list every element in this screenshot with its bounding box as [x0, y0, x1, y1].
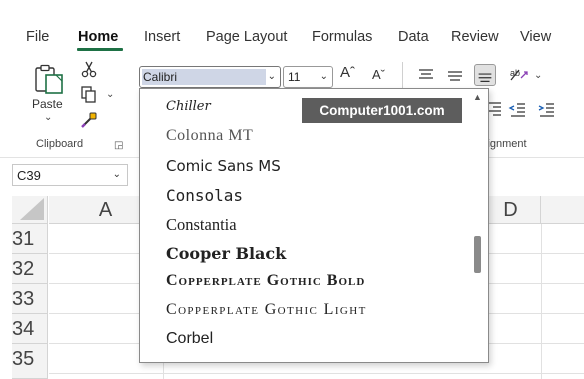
dropdown-scrollbar[interactable]: ▲ — [469, 90, 487, 361]
watermark-label: Computer1001.com — [302, 98, 462, 123]
select-all-corner[interactable] — [12, 196, 48, 224]
column-header-d[interactable]: D — [481, 196, 541, 224]
name-box[interactable]: C39 ⌄ — [12, 164, 128, 186]
tab-data[interactable]: Data — [398, 29, 429, 45]
orientation-chevron-icon[interactable]: ⌄ — [534, 70, 542, 81]
clipboard-group-label: Clipboard — [36, 138, 84, 150]
svg-text:ab: ab — [510, 68, 520, 78]
row-header-33[interactable]: 33 — [12, 284, 48, 314]
font-option-copperplate-gothic-bold[interactable]: Copperplate Gothic Bold — [166, 272, 365, 290]
font-size-value[interactable]: 11 — [288, 70, 300, 84]
font-option-comic-sans-ms[interactable]: Comic Sans MS — [166, 157, 281, 175]
decrease-font-size-button[interactable]: Aˇ — [372, 67, 385, 82]
paste-icon[interactable] — [33, 63, 65, 95]
tab-view[interactable]: View — [520, 29, 551, 45]
tab-review[interactable]: Review — [451, 29, 499, 45]
column-gridline — [541, 224, 542, 379]
tab-formulas[interactable]: Formulas — [312, 29, 372, 45]
font-option-colonna-mt[interactable]: Colonna MT — [166, 127, 253, 145]
copy-chevron-icon[interactable]: ⌄ — [106, 89, 114, 100]
align-bottom-icon[interactable] — [474, 64, 496, 86]
decrease-indent-icon[interactable] — [507, 98, 529, 120]
dialog-launcher-icon[interactable]: ◲ — [114, 140, 123, 151]
menu-bar: File Home Insert Page Layout Formulas Da… — [0, 0, 584, 52]
increase-font-size-button[interactable]: Aˆ — [340, 64, 355, 81]
font-option-constantia[interactable]: Constantia — [166, 215, 237, 235]
cut-icon[interactable] — [80, 60, 98, 78]
align-top-icon[interactable] — [415, 64, 437, 86]
align-middle-icon[interactable] — [444, 64, 466, 86]
format-painter-icon[interactable] — [80, 111, 98, 129]
increase-indent-icon[interactable] — [536, 98, 558, 120]
font-name-combobox[interactable]: Calibri ⌄ — [139, 66, 281, 88]
font-size-combobox[interactable]: 11 ⌄ — [283, 66, 333, 88]
column-header-next[interactable] — [541, 196, 584, 224]
font-option-consolas[interactable]: Consolas — [166, 186, 243, 205]
row-header-35[interactable]: 35 — [12, 344, 48, 379]
tab-home[interactable]: Home — [78, 29, 118, 45]
scrollbar-thumb[interactable] — [474, 236, 481, 273]
active-tab-indicator — [77, 48, 123, 51]
scroll-up-arrow-icon[interactable]: ▲ — [473, 92, 482, 102]
paste-label[interactable]: Paste — [32, 97, 63, 111]
name-box-value[interactable]: C39 — [17, 168, 41, 183]
font-option-cooper-black[interactable]: Cooper Black — [166, 244, 286, 263]
row-header-32[interactable]: 32 — [12, 254, 48, 284]
font-option-chiller[interactable]: Chiller — [166, 99, 211, 114]
chevron-down-icon[interactable]: ⌄ — [113, 169, 121, 180]
paste-chevron-icon[interactable]: ⌄ — [44, 112, 52, 123]
tab-insert[interactable]: Insert — [144, 29, 180, 45]
font-option-copperplate-gothic-light[interactable]: Copperplate Gothic Light — [166, 301, 367, 319]
font-name-value[interactable]: Calibri — [143, 70, 177, 84]
chevron-down-icon[interactable]: ⌄ — [268, 71, 276, 82]
font-option-corbel[interactable]: Corbel — [166, 330, 213, 348]
chevron-down-icon[interactable]: ⌄ — [320, 71, 328, 82]
orientation-icon[interactable]: ab — [507, 64, 531, 86]
row-header-31[interactable]: 31 — [12, 224, 48, 254]
tab-file[interactable]: File — [26, 29, 49, 45]
font-dropdown-list[interactable]: Chiller Colonna MT Comic Sans MS Consola… — [139, 88, 489, 363]
alignment-group-label: lignment — [485, 138, 527, 150]
copy-icon[interactable] — [80, 85, 98, 103]
row-header-34[interactable]: 34 — [12, 314, 48, 344]
tab-page-layout[interactable]: Page Layout — [206, 29, 287, 45]
